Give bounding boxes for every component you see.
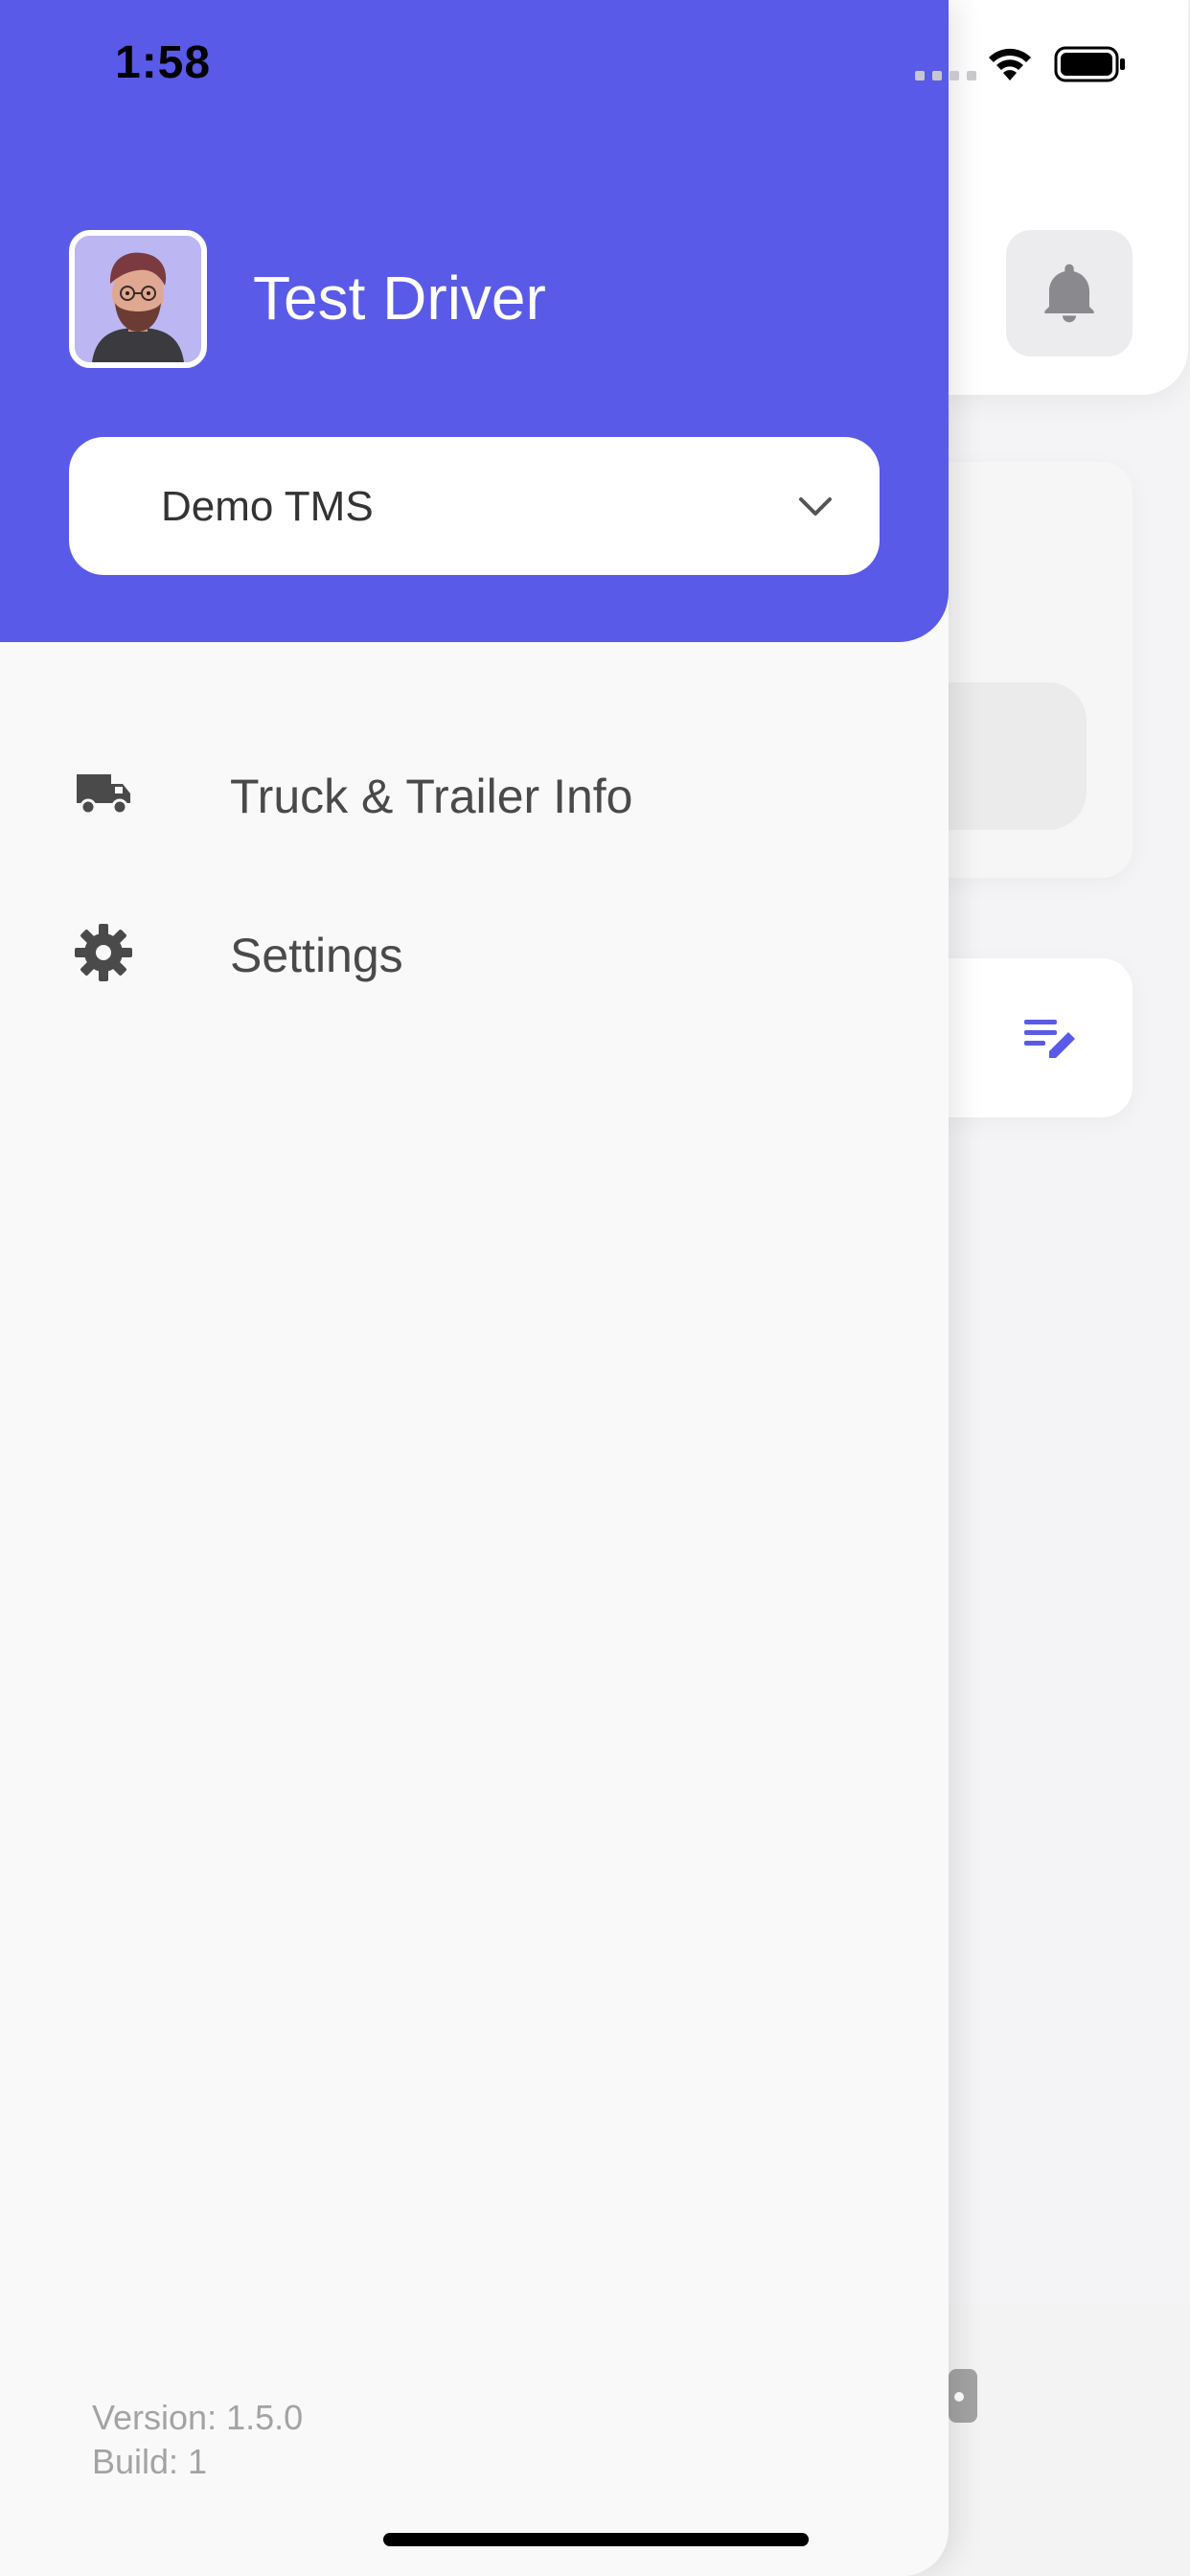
- truck-icon: [77, 774, 130, 816]
- cellular-signal-icon: [915, 71, 976, 80]
- menu-item-settings[interactable]: Settings: [0, 893, 949, 1018]
- notifications-button[interactable]: [1006, 230, 1133, 356]
- status-time: 1:58: [115, 37, 212, 88]
- version-text: Version: 1.5.0: [92, 2398, 304, 2437]
- chevron-down-icon: [799, 497, 832, 516]
- menu-item-truck-trailer-info[interactable]: Truck & Trailer Info: [0, 732, 949, 857]
- battery-icon: [1054, 46, 1125, 82]
- user-name: Test Driver: [253, 264, 546, 333]
- home-indicator[interactable]: [383, 2533, 809, 2546]
- edit-notes-icon[interactable]: [1020, 1014, 1080, 1064]
- avatar-image: [75, 236, 201, 362]
- bell-icon: [1044, 264, 1094, 323]
- wifi-icon: [989, 48, 1031, 80]
- background-bottom-bar: [920, 2304, 1190, 2576]
- build-text: Build: 1: [92, 2442, 208, 2481]
- navigation-drawer: Test Driver Demo TMS Truck & Trailer Inf…: [0, 0, 949, 2576]
- app-version-info: Version: 1.5.0 Build: 1: [92, 2396, 303, 2484]
- company-select[interactable]: Demo TMS: [69, 437, 880, 575]
- background-tab-icon: [949, 2369, 977, 2423]
- avatar[interactable]: [69, 230, 207, 368]
- gear-icon: [75, 924, 132, 981]
- menu-item-label: Truck & Trailer Info: [230, 770, 633, 823]
- drawer-header: Test Driver Demo TMS: [0, 0, 949, 642]
- menu-item-label: Settings: [230, 929, 403, 982]
- company-select-value: Demo TMS: [161, 483, 374, 530]
